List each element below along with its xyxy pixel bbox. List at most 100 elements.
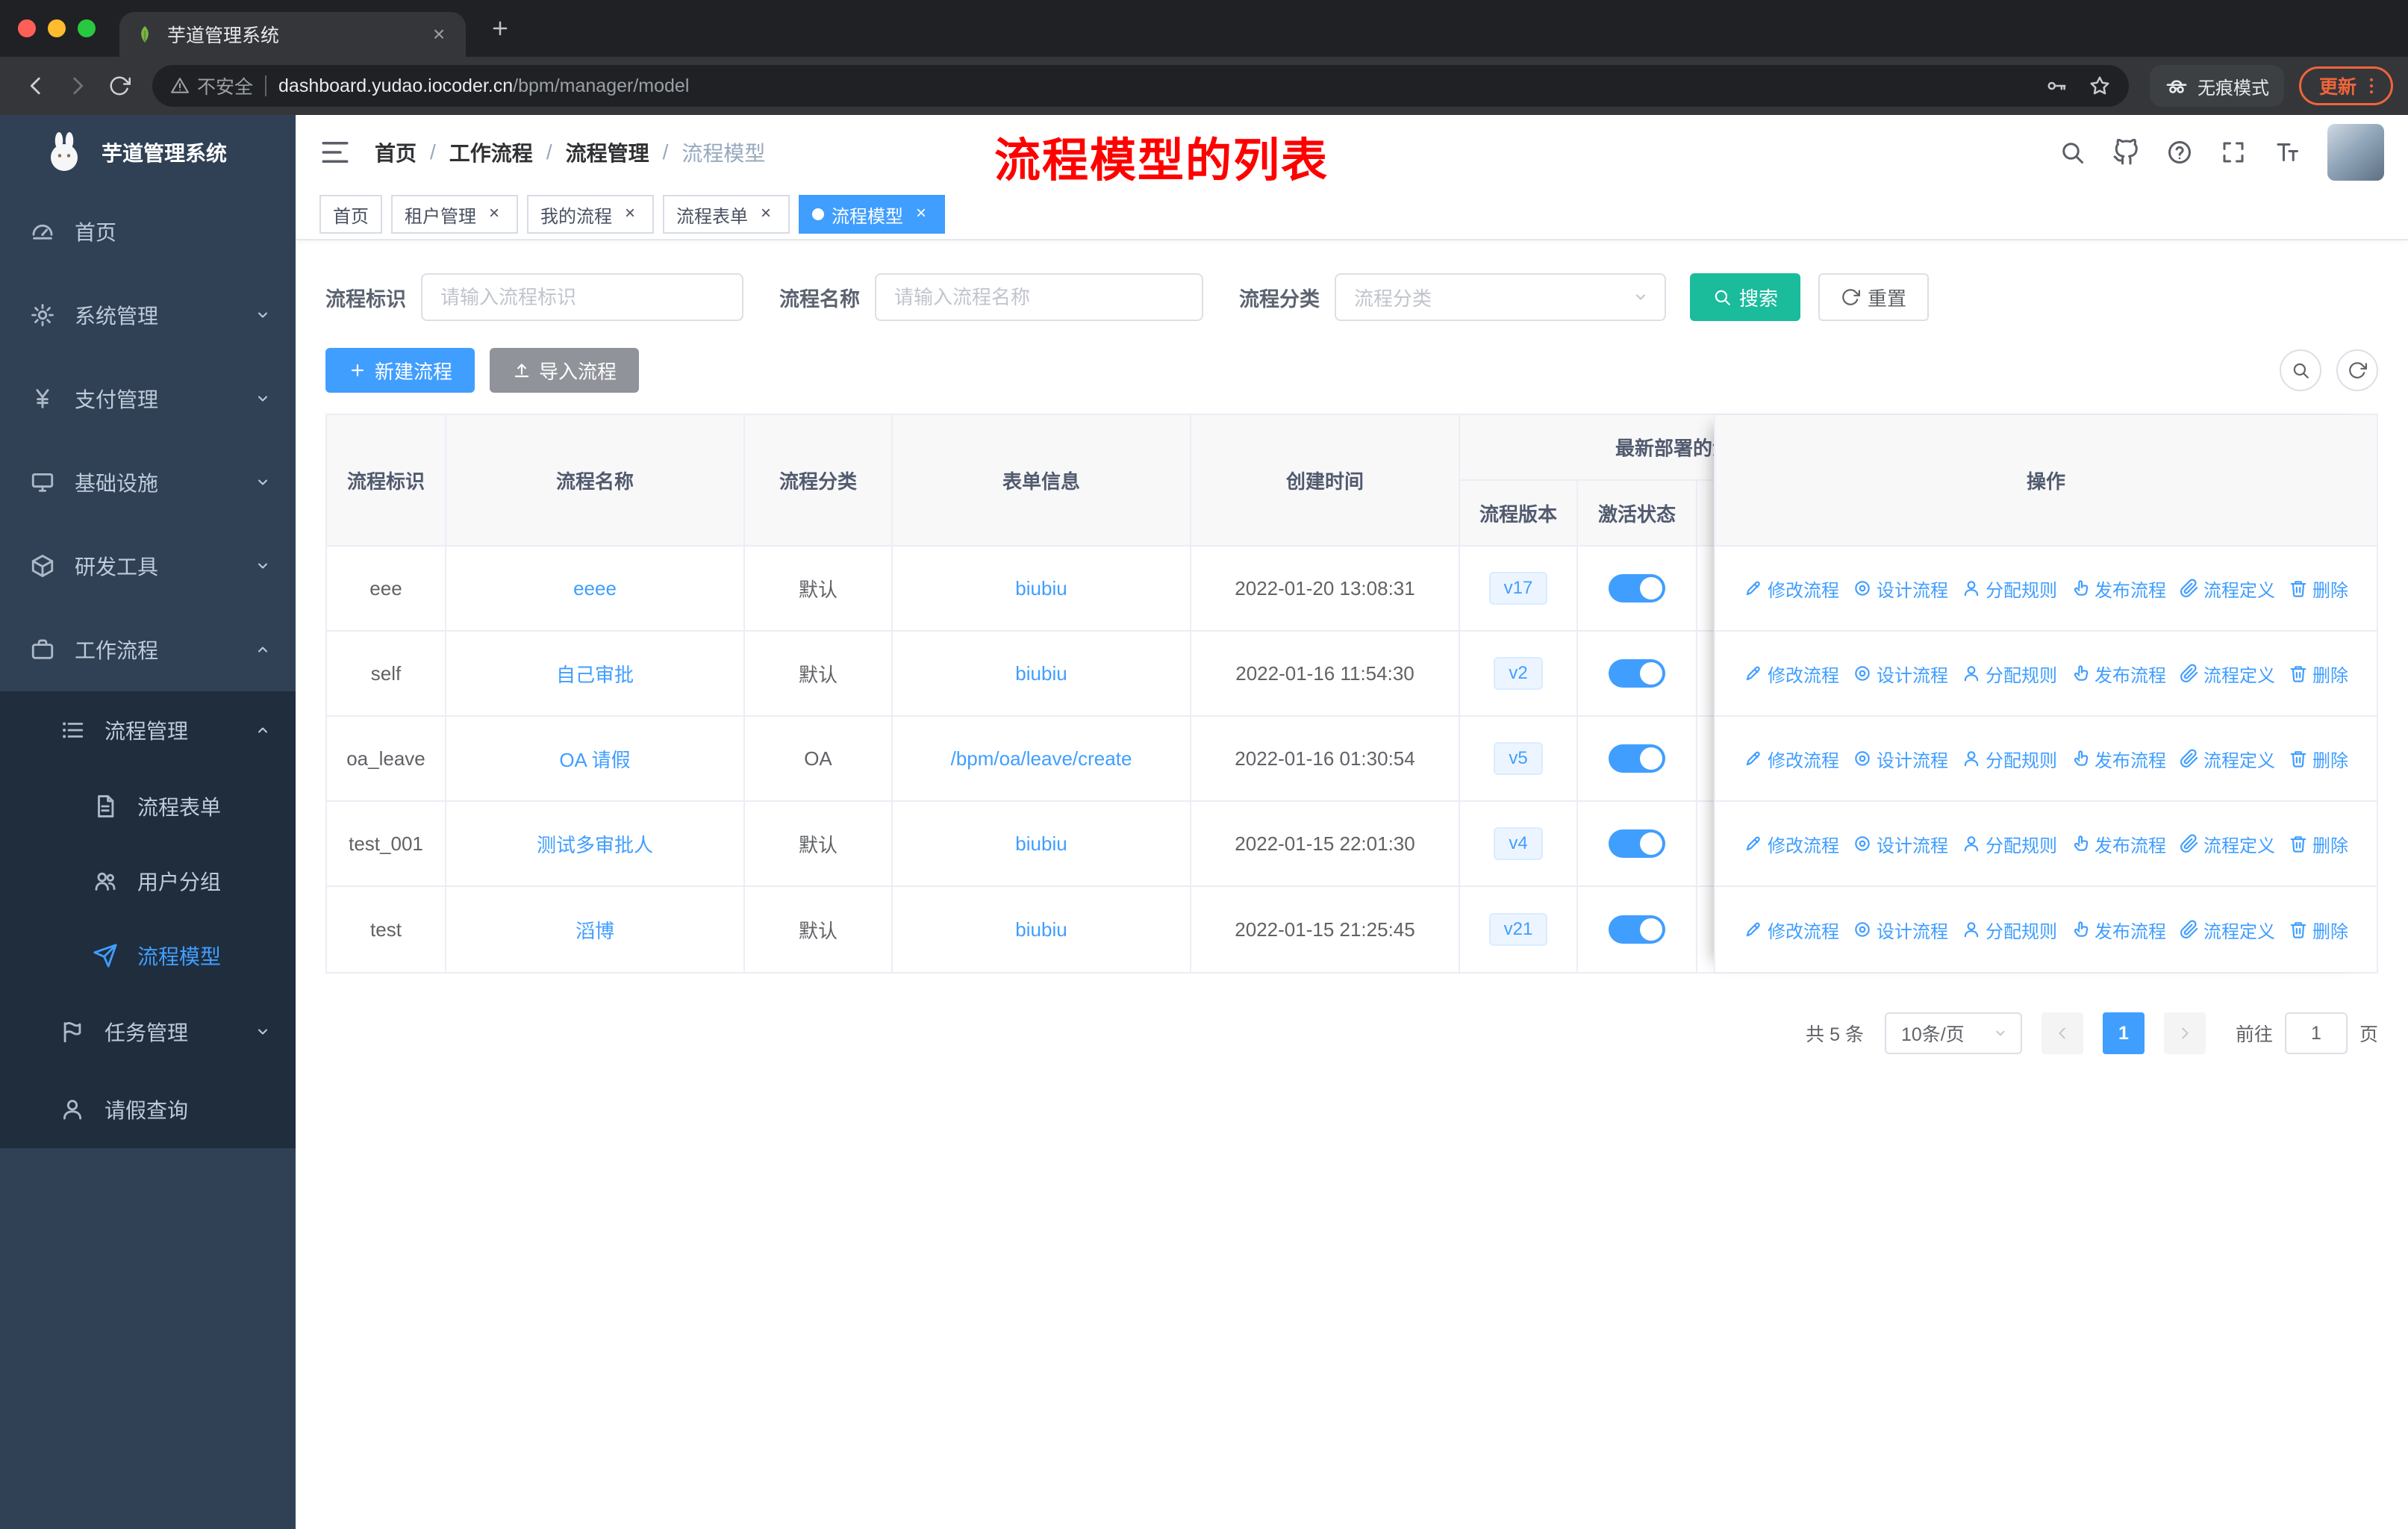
op-assign-rule-link[interactable]: 分配规则 — [1962, 831, 2057, 857]
op-delete-link[interactable]: 删除 — [2289, 917, 2348, 943]
version-tag[interactable]: v2 — [1494, 657, 1543, 690]
op-edit-link[interactable]: 修改流程 — [1744, 746, 1839, 772]
op-publish-link[interactable]: 发布流程 — [2071, 917, 2166, 943]
close-icon[interactable]: × — [484, 204, 505, 225]
op-design-link[interactable]: 设计流程 — [1853, 917, 1948, 943]
op-edit-link[interactable]: 修改流程 — [1744, 576, 1839, 602]
form-info-link[interactable]: biubiu — [1015, 918, 1067, 941]
sidebar-item-process-model[interactable]: 流程模型 — [0, 918, 296, 993]
op-design-link[interactable]: 设计流程 — [1853, 831, 1948, 857]
tag-tenant-management[interactable]: 租户管理 × — [391, 195, 518, 234]
sidebar-item-home[interactable]: 首页 — [0, 190, 296, 273]
fullscreen-icon[interactable] — [2220, 139, 2247, 166]
op-delete-link[interactable]: 删除 — [2289, 746, 2348, 772]
process-category-select[interactable]: 流程分类 — [1335, 273, 1666, 321]
op-assign-rule-link[interactable]: 分配规则 — [1962, 661, 2057, 687]
search-button[interactable]: 搜索 — [1690, 273, 1801, 321]
refresh-table-button[interactable] — [2336, 349, 2378, 391]
browser-tab[interactable]: 芋道管理系统 × — [119, 12, 466, 57]
op-edit-link[interactable]: 修改流程 — [1744, 917, 1839, 943]
sidebar-item-leave-query[interactable]: 请假查询 — [0, 1071, 296, 1148]
op-definition-link[interactable]: 流程定义 — [2180, 831, 2275, 857]
sidebar-item-user-group[interactable]: 用户分组 — [0, 844, 296, 918]
form-info-link[interactable]: biubiu — [1015, 832, 1067, 856]
minimize-window-button[interactable] — [48, 19, 66, 37]
model-name-link[interactable]: 滔博 — [576, 916, 614, 944]
page-size-select[interactable]: 10条/页 — [1884, 1012, 2022, 1054]
version-tag[interactable]: v4 — [1494, 827, 1543, 860]
close-icon[interactable]: × — [911, 204, 932, 225]
next-page-button[interactable] — [2163, 1012, 2206, 1054]
security-chip[interactable]: 不安全 — [170, 72, 253, 99]
tab-close-icon[interactable]: × — [427, 22, 451, 46]
breadcrumb-workflow[interactable]: 工作流程 — [449, 137, 533, 167]
op-definition-link[interactable]: 流程定义 — [2180, 661, 2275, 687]
op-edit-link[interactable]: 修改流程 — [1744, 661, 1839, 687]
import-process-button[interactable]: 导入流程 — [490, 348, 640, 393]
font-size-icon[interactable] — [2274, 139, 2301, 166]
github-icon[interactable] — [2112, 139, 2139, 166]
new-tab-button[interactable] — [484, 12, 517, 45]
page-number-button[interactable]: 1 — [2102, 1012, 2145, 1054]
form-info-link[interactable]: /bpm/oa/leave/create — [951, 747, 1132, 770]
close-icon[interactable]: × — [620, 204, 640, 225]
help-icon[interactable] — [2166, 139, 2193, 166]
password-key-icon[interactable] — [2045, 75, 2068, 97]
process-id-input[interactable] — [421, 273, 743, 321]
op-publish-link[interactable]: 发布流程 — [2071, 576, 2166, 602]
active-toggle[interactable] — [1609, 915, 1665, 944]
sidebar-item-payment[interactable]: 支付管理 — [0, 357, 296, 440]
prev-page-button[interactable] — [2041, 1012, 2083, 1054]
version-tag[interactable]: v5 — [1494, 742, 1543, 775]
active-toggle[interactable] — [1609, 744, 1665, 773]
tag-process-form[interactable]: 流程表单 × — [663, 195, 790, 234]
active-toggle[interactable] — [1609, 574, 1665, 602]
op-publish-link[interactable]: 发布流程 — [2071, 831, 2166, 857]
op-delete-link[interactable]: 删除 — [2289, 576, 2348, 602]
form-info-link[interactable]: biubiu — [1015, 662, 1067, 685]
address-bar[interactable]: 不安全 dashboard.yudao.iocoder.cn /bpm/mana… — [152, 65, 2129, 107]
version-tag[interactable]: v21 — [1488, 913, 1548, 946]
model-name-link[interactable]: eeee — [573, 577, 617, 600]
breadcrumb-home[interactable]: 首页 — [375, 137, 417, 167]
search-icon[interactable] — [2059, 139, 2086, 166]
active-toggle[interactable] — [1609, 659, 1665, 688]
create-process-button[interactable]: 新建流程 — [325, 348, 475, 393]
op-assign-rule-link[interactable]: 分配规则 — [1962, 917, 2057, 943]
op-definition-link[interactable]: 流程定义 — [2180, 917, 2275, 943]
op-definition-link[interactable]: 流程定义 — [2180, 746, 2275, 772]
model-name-link[interactable]: 测试多审批人 — [537, 830, 653, 858]
form-info-link[interactable]: biubiu — [1015, 577, 1067, 600]
op-definition-link[interactable]: 流程定义 — [2180, 576, 2275, 602]
active-toggle[interactable] — [1609, 829, 1665, 858]
op-assign-rule-link[interactable]: 分配规则 — [1962, 576, 2057, 602]
forward-button[interactable] — [57, 65, 99, 107]
op-design-link[interactable]: 设计流程 — [1853, 746, 1948, 772]
reset-button[interactable]: 重置 — [1818, 273, 1930, 321]
process-name-input[interactable] — [875, 273, 1203, 321]
op-publish-link[interactable]: 发布流程 — [2071, 661, 2166, 687]
sidebar-item-process-form[interactable]: 流程表单 — [0, 769, 296, 844]
close-window-button[interactable] — [18, 19, 36, 37]
breadcrumb-process-management[interactable]: 流程管理 — [566, 137, 649, 167]
toggle-search-button[interactable] — [2280, 349, 2321, 391]
op-publish-link[interactable]: 发布流程 — [2071, 746, 2166, 772]
op-delete-link[interactable]: 删除 — [2289, 661, 2348, 687]
sidebar-item-task-management[interactable]: 任务管理 — [0, 993, 296, 1071]
sidebar-collapse-icon[interactable] — [319, 137, 351, 168]
sidebar-item-infrastructure[interactable]: 基础设施 — [0, 440, 296, 524]
tag-process-model[interactable]: 流程模型 × — [799, 195, 945, 234]
model-name-link[interactable]: OA 请假 — [559, 745, 630, 773]
tag-my-process[interactable]: 我的流程 × — [527, 195, 654, 234]
back-button[interactable] — [15, 65, 57, 107]
close-icon[interactable]: × — [755, 204, 776, 225]
maximize-window-button[interactable] — [78, 19, 96, 37]
app-logo[interactable]: 芋道管理系统 — [0, 115, 296, 190]
op-design-link[interactable]: 设计流程 — [1853, 576, 1948, 602]
sidebar-item-workflow[interactable]: 工作流程 — [0, 608, 296, 691]
user-avatar[interactable] — [2327, 124, 2384, 181]
op-edit-link[interactable]: 修改流程 — [1744, 831, 1839, 857]
op-assign-rule-link[interactable]: 分配规则 — [1962, 746, 2057, 772]
reload-button[interactable] — [99, 65, 140, 107]
version-tag[interactable]: v17 — [1488, 572, 1548, 605]
